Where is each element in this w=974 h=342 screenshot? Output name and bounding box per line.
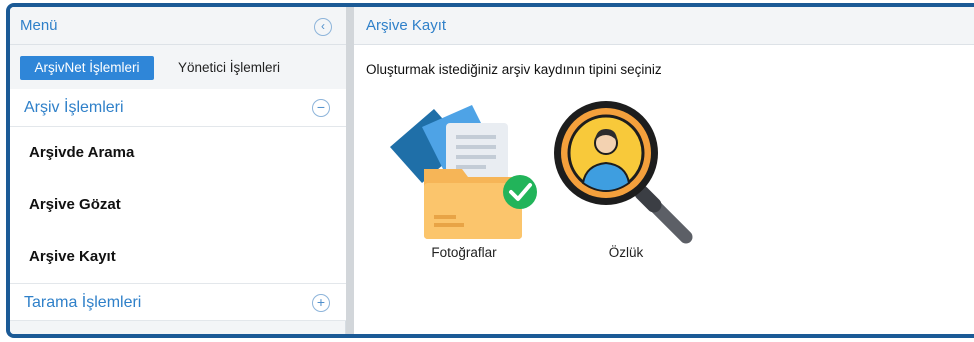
main-panel: Arşive Kayıt Oluşturmak istediğiniz arşi…	[354, 7, 974, 334]
folder-documents-check-icon	[390, 105, 537, 239]
expand-section-icon[interactable]: +	[312, 294, 330, 312]
collapse-section-icon[interactable]: −	[312, 99, 330, 117]
section-arsiv-islemleri[interactable]: Arşiv İşlemleri −	[10, 89, 346, 127]
option-fotograflar[interactable]: Fotoğraflar	[382, 97, 542, 267]
main-header: Arşive Kayıt	[354, 7, 974, 45]
sidebar-item-arsivde-arama[interactable]: Arşivde Arama	[10, 127, 346, 179]
panel-splitter[interactable]	[346, 7, 354, 334]
sidebar-header: Menü ‹	[10, 7, 346, 45]
sidebar-item-arsive-gozat[interactable]: Arşive Gözat	[10, 179, 346, 231]
arsiv-islemleri-items: Arşivde Arama Arşive Gözat Arşive Kayıt	[10, 127, 346, 283]
magnifier-person-icon	[554, 101, 693, 244]
tab-yonetici-islemleri[interactable]: Yönetici İşlemleri	[168, 56, 290, 80]
option-label-fotograflar: Fotoğraflar	[431, 245, 497, 260]
option-ozluk[interactable]: Özlük	[550, 97, 710, 267]
page-title: Arşive Kayıt	[366, 17, 447, 34]
section-title-tarama-islemleri: Tarama İşlemleri	[24, 294, 142, 311]
collapse-menu-icon[interactable]: ‹	[314, 18, 332, 36]
option-label-ozluk: Özlük	[608, 245, 644, 260]
section-title-arsiv-islemleri: Arşiv İşlemleri	[24, 99, 124, 116]
sidebar: Menü ‹ ArşivNet İşlemleri Yönetici İşlem…	[10, 7, 346, 334]
app-window: Menü ‹ ArşivNet İşlemleri Yönetici İşlem…	[6, 3, 974, 338]
sidebar-item-arsive-kayit[interactable]: Arşive Kayıt	[10, 231, 346, 283]
instruction-text: Oluşturmak istediğiniz arşiv kaydının ti…	[366, 62, 662, 77]
sidebar-tabs: ArşivNet İşlemleri Yönetici İşlemleri	[10, 45, 346, 89]
tab-arsivnet-islemleri[interactable]: ArşivNet İşlemleri	[20, 56, 154, 80]
section-tarama-islemleri[interactable]: Tarama İşlemleri +	[10, 283, 346, 321]
menu-title: Menü	[20, 17, 58, 34]
